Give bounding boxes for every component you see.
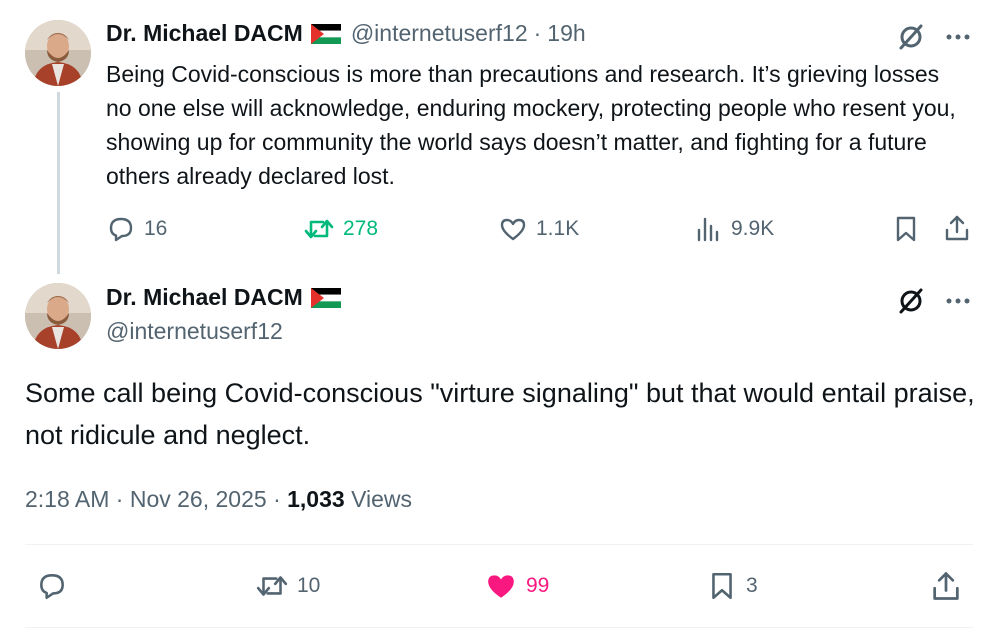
divider: [25, 627, 973, 628]
bookmark-icon: [712, 572, 732, 600]
views-label: Views: [351, 486, 413, 512]
like-count: 99: [526, 574, 550, 597]
repost-icon: [304, 219, 334, 239]
author-handle[interactable]: @internetuserf12: [351, 20, 528, 47]
reply-icon: [40, 574, 64, 600]
share-icon[interactable]: [929, 569, 963, 603]
author-name[interactable]: Dr. Michael DACM: [106, 20, 303, 47]
like-button[interactable]: 99: [484, 570, 549, 602]
grok-icon[interactable]: [896, 286, 926, 316]
repost-count: 10: [297, 574, 321, 597]
palestine-flag-icon: [310, 23, 341, 44]
reply-icon: [109, 217, 133, 242]
meta-separator: ·: [115, 486, 124, 512]
author-name[interactable]: Dr. Michael DACM: [106, 284, 303, 311]
avatar[interactable]: [25, 20, 91, 86]
reply-count: 16: [144, 217, 168, 240]
author-handle[interactable]: @internetuserf12: [106, 318, 283, 345]
tweet-text: Some call being Covid-conscious "virture…: [25, 378, 975, 450]
more-icon[interactable]: [943, 22, 973, 52]
like-icon: [488, 575, 514, 598]
tweet-text: Being Covid-conscious is more than preca…: [106, 61, 956, 189]
tweet-time[interactable]: 2:18 AM: [25, 486, 109, 512]
meta-separator: ·: [273, 486, 281, 512]
more-icon[interactable]: [943, 286, 973, 316]
grok-icon[interactable]: [896, 22, 926, 52]
like-count: 1.1K: [536, 217, 580, 240]
like-button[interactable]: 1.1K: [498, 214, 579, 244]
like-icon: [500, 218, 526, 241]
meta-separator: ·: [533, 20, 542, 46]
views-icon: [697, 217, 719, 242]
views-button[interactable]: 9.9K: [695, 214, 774, 244]
reply-button[interactable]: [35, 570, 69, 602]
views-count: 9.9K: [731, 217, 775, 240]
thread-line: [57, 92, 60, 274]
repost-button[interactable]: 10: [255, 570, 320, 602]
avatar[interactable]: [25, 283, 91, 349]
repost-button[interactable]: 278: [303, 214, 378, 244]
share-icon[interactable]: [942, 213, 972, 243]
bookmark-icon[interactable]: [892, 214, 920, 244]
divider: [25, 544, 973, 545]
tweet-date[interactable]: Nov 26, 2025: [130, 486, 267, 512]
repost-count: 278: [343, 217, 379, 240]
reply-button[interactable]: 16: [106, 214, 167, 244]
tweet-time[interactable]: 19h: [547, 20, 585, 47]
repost-icon: [256, 576, 288, 596]
views-count: 1,033: [287, 486, 345, 512]
avatar-image: [25, 20, 91, 86]
bookmark-button[interactable]: 3: [706, 570, 758, 602]
palestine-flag-icon: [310, 287, 341, 308]
avatar-image: [25, 283, 91, 349]
bookmark-count: 3: [746, 574, 758, 597]
